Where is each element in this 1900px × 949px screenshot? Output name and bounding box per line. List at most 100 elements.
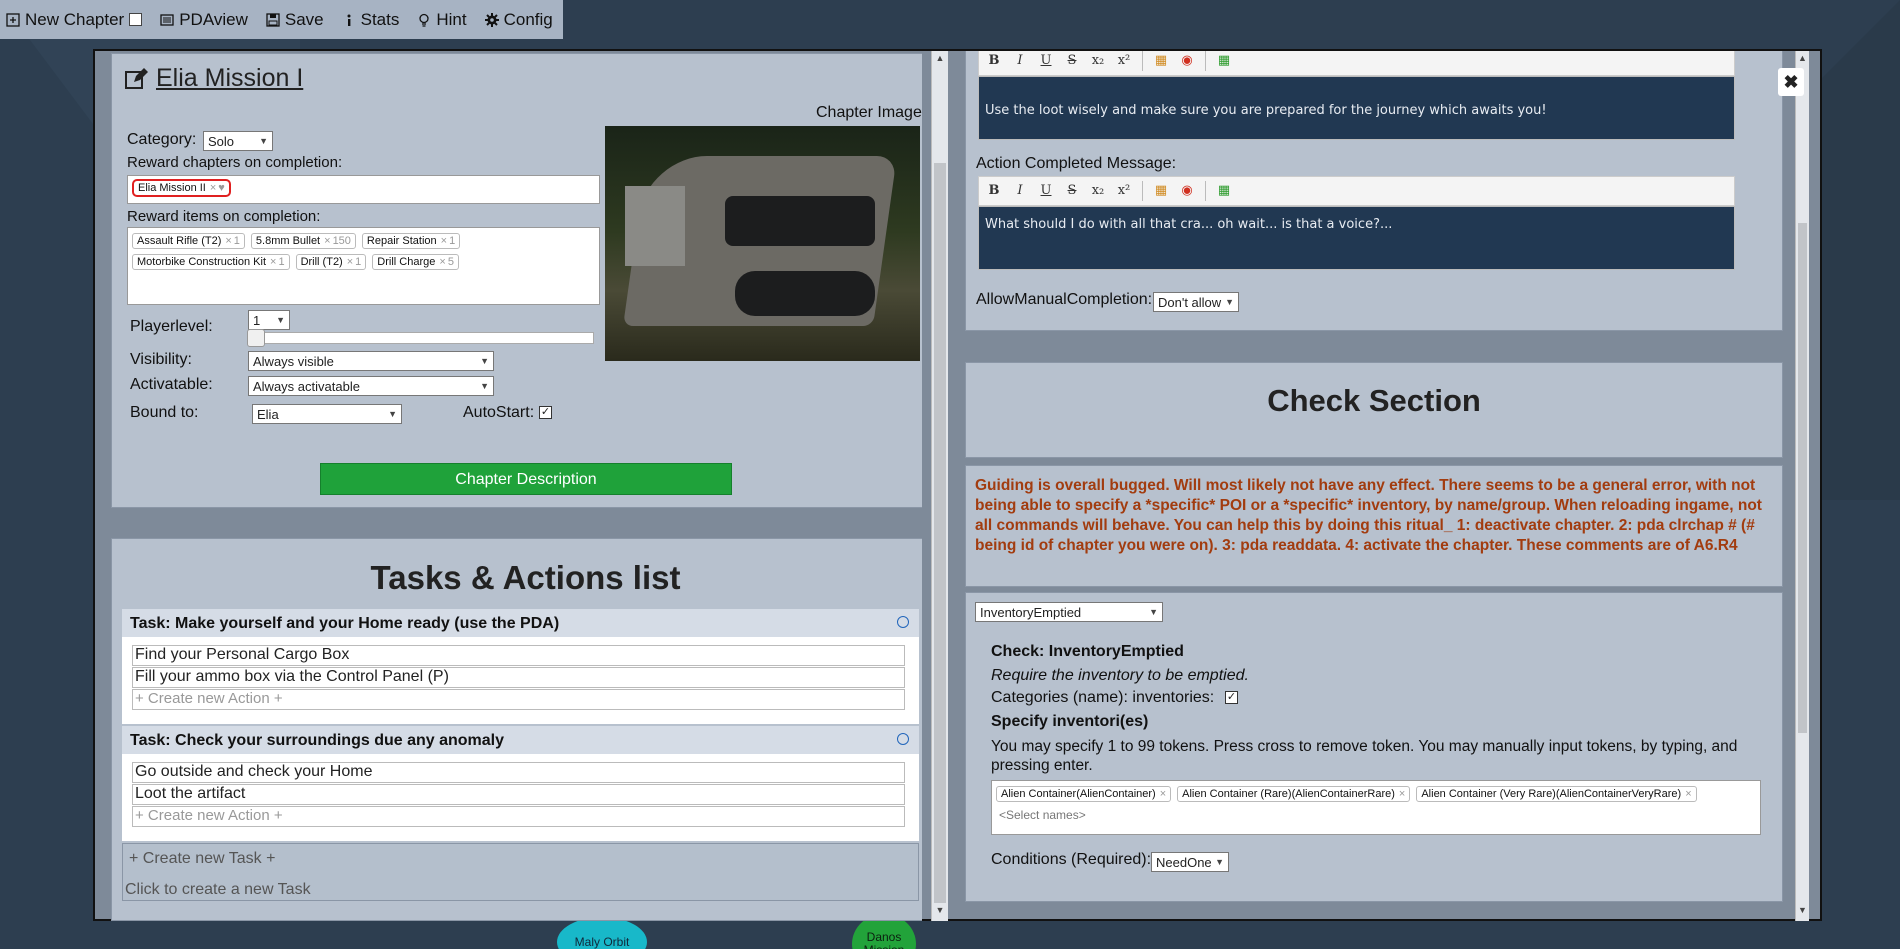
categories-label: Categories (name): inventories: xyxy=(991,689,1215,706)
scroll-thumb[interactable] xyxy=(1798,223,1807,733)
completed-message-label: Action Completed Message: xyxy=(976,155,1177,172)
create-action-button[interactable]: + Create new Action + xyxy=(132,689,905,710)
save-icon xyxy=(266,12,280,27)
task-toggle-radio[interactable] xyxy=(897,616,909,628)
bold-button[interactable]: B xyxy=(983,180,1005,202)
config-button[interactable]: Config xyxy=(484,10,553,30)
chevron-down-icon: ▼ xyxy=(259,136,268,146)
underline-button[interactable]: U xyxy=(1035,180,1057,202)
reward-item-token[interactable]: Drill Charge × 5 xyxy=(372,254,459,270)
scroll-down-arrow[interactable]: ▼ xyxy=(1796,905,1809,919)
table-icon[interactable]: ▦ xyxy=(1213,180,1235,202)
reward-chapter-token[interactable]: Elia Mission II × ♥ xyxy=(132,179,231,197)
inventories-input[interactable]: Alien Container(AlienContainer) × Alien Co… xyxy=(991,780,1761,835)
scroll-up-arrow[interactable]: ▲ xyxy=(932,53,948,67)
autostart-checkbox[interactable]: ✓ xyxy=(539,406,552,419)
conditions-label: Conditions (Required): xyxy=(991,851,1152,868)
graph-node-mission[interactable]: Maly Orbit xyxy=(557,917,647,949)
remove-token-icon[interactable]: × xyxy=(1685,788,1691,800)
scroll-thumb[interactable] xyxy=(934,163,946,903)
bg-color-icon[interactable]: ◉ xyxy=(1176,180,1198,202)
bold-button[interactable]: B xyxy=(983,51,1005,72)
tasks-panel: Tasks & Actions list Task: Make yourself… xyxy=(111,538,922,921)
edit-icon xyxy=(125,67,148,89)
subscript-button[interactable]: x₂ xyxy=(1087,51,1109,72)
create-action-button[interactable]: + Create new Action + xyxy=(132,806,905,827)
reward-item-token[interactable]: Drill (T2) × 1 xyxy=(295,254,367,270)
task-toggle-radio[interactable] xyxy=(897,733,909,745)
close-modal-button[interactable]: ✖ xyxy=(1778,68,1804,96)
text-color-icon[interactable]: ▦ xyxy=(1150,180,1172,202)
playerlevel-label: Playerlevel: xyxy=(130,318,213,335)
chapter-description-button[interactable]: Chapter Description xyxy=(320,463,732,495)
reward-item-token[interactable]: 5.8mm Bullet × 150 xyxy=(250,233,356,249)
lightbulb-icon xyxy=(419,13,430,27)
action-item[interactable]: Fill your ammo box via the Control Panel… xyxy=(132,667,905,688)
new-chapter-button[interactable]: New Chapter xyxy=(6,10,143,30)
category-select[interactable]: Solo ▼ xyxy=(203,131,273,151)
stats-button[interactable]: Stats xyxy=(342,10,399,30)
task-header[interactable]: Task: Make yourself and your Home ready … xyxy=(122,609,919,637)
slider-handle[interactable] xyxy=(247,329,265,347)
heart-icon: ♥ xyxy=(218,182,225,194)
manual-completion-select[interactable]: Don't allow ▼ xyxy=(1153,292,1239,312)
check-type-select[interactable]: InventoryEmptied ▼ xyxy=(975,602,1163,622)
playerlevel-select[interactable]: 1 ▼ xyxy=(248,310,290,330)
action-item[interactable]: Loot the artifact xyxy=(132,784,905,805)
playerlevel-slider[interactable] xyxy=(247,329,594,347)
action-messages-panel: B I U S x₂ x² ▦ ◉ ▦ Use the loot wisely … xyxy=(965,51,1783,331)
table-icon[interactable]: ▦ xyxy=(1213,51,1235,72)
bound-to-select[interactable]: Elia ▼ xyxy=(252,404,402,424)
text-color-icon[interactable]: ▦ xyxy=(1150,51,1172,72)
underline-button[interactable]: U xyxy=(1035,51,1057,72)
subscript-button[interactable]: x₂ xyxy=(1087,180,1109,202)
completed-message-editor[interactable]: What should I do with all that cra... oh… xyxy=(978,206,1735,270)
remove-token-icon[interactable]: × xyxy=(1160,788,1166,800)
reward-items-label: Reward items on completion: xyxy=(127,208,321,225)
remove-token-icon[interactable]: × xyxy=(1399,788,1405,800)
create-task-box[interactable]: + Create new Task + Click to create a ne… xyxy=(122,843,919,901)
new-chapter-checkbox[interactable] xyxy=(129,13,143,26)
conditions-select[interactable]: NeedOne ▼ xyxy=(1151,852,1229,872)
task-body: Find your Personal Cargo Box Fill your a… xyxy=(122,637,919,724)
left-scrollbar[interactable]: ▲ ▼ xyxy=(931,51,948,921)
bound-to-label: Bound to: xyxy=(130,404,199,421)
activatable-select[interactable]: Always activatable ▼ xyxy=(248,376,494,396)
inventory-token[interactable]: Alien Container(AlienContainer) × xyxy=(996,786,1172,802)
italic-button[interactable]: I xyxy=(1009,51,1031,72)
reward-chapters-input[interactable]: Elia Mission II × ♥ xyxy=(127,175,600,204)
scroll-down-arrow[interactable]: ▼ xyxy=(932,905,948,919)
create-task-button[interactable]: + Create new Task + xyxy=(129,850,275,868)
italic-button[interactable]: I xyxy=(1009,180,1031,202)
reward-item-token[interactable]: Repair Station × 1 xyxy=(361,233,461,249)
chapter-title[interactable]: Elia Mission I xyxy=(124,64,303,93)
task-header[interactable]: Task: Check your surroundings due any an… xyxy=(122,726,919,754)
save-button[interactable]: Save xyxy=(266,10,324,30)
action-message-editor[interactable]: Use the loot wisely and make sure you ar… xyxy=(978,76,1735,140)
visibility-select[interactable]: Always visible ▼ xyxy=(248,351,494,371)
strikethrough-button[interactable]: S xyxy=(1061,180,1083,202)
pdaview-button[interactable]: PDAview xyxy=(160,10,248,30)
close-icon: ✖ xyxy=(1783,72,1799,92)
strikethrough-button[interactable]: S xyxy=(1061,51,1083,72)
select-names-placeholder[interactable]: <Select names> xyxy=(999,808,1760,822)
manual-completion-label: AllowManualCompletion: xyxy=(976,291,1153,308)
superscript-button[interactable]: x² xyxy=(1113,180,1135,202)
action-item[interactable]: Go outside and check your Home xyxy=(132,762,905,783)
inventory-token[interactable]: Alien Container (Very Rare)(AlienContain… xyxy=(1416,786,1697,802)
chapter-image[interactable] xyxy=(605,126,920,361)
action-item[interactable]: Find your Personal Cargo Box xyxy=(132,645,905,666)
remove-token-icon[interactable]: × xyxy=(210,182,216,194)
inventory-token[interactable]: Alien Container (Rare)(AlienContainerRar… xyxy=(1177,786,1411,802)
check-title: Check: InventoryEmptied xyxy=(991,643,1184,660)
bg-color-icon[interactable]: ◉ xyxy=(1176,51,1198,72)
scroll-up-arrow[interactable]: ▲ xyxy=(1796,53,1809,67)
reward-items-input[interactable]: Assault Rifle (T2) × 1 5.8mm Bullet × 150 Repa… xyxy=(127,227,600,305)
chapter-image-label: Chapter Image xyxy=(816,104,922,121)
reward-item-token[interactable]: Assault Rifle (T2) × 1 xyxy=(132,233,245,249)
categories-checkbox[interactable]: ✓ xyxy=(1225,691,1238,704)
superscript-button[interactable]: x² xyxy=(1113,51,1135,72)
reward-item-token[interactable]: Motorbike Construction Kit × 1 xyxy=(132,254,290,270)
right-scrollbar[interactable]: ▲ ▼ xyxy=(1795,51,1809,921)
hint-button[interactable]: Hint xyxy=(417,10,467,30)
